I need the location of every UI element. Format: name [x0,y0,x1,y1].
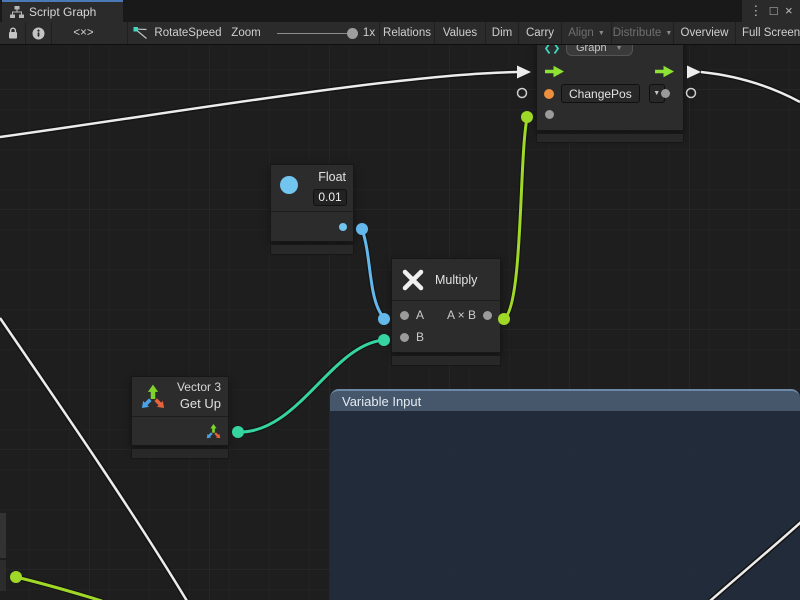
multiply-node-header: Multiply [392,259,500,301]
get-up-type-label: Vector 3 [177,380,221,394]
chevron-down-icon: ▼ [653,90,660,97]
zoom-slider-track[interactable] [277,33,357,34]
multiply-input-b-port[interactable] [400,333,409,342]
float-type-icon [280,176,298,194]
control-input-port[interactable] [545,65,565,78]
multiply-input-b-label: B [416,330,424,344]
dim-button[interactable]: Dim [485,22,518,44]
fallback-input-row [545,110,554,119]
fallback-input-port[interactable] [545,110,554,119]
multiply-input-a-label: A [416,308,424,322]
full-screen-button[interactable]: Full Screen [735,22,800,44]
vector3-output-port[interactable] [205,423,222,440]
overview-button[interactable]: Overview [673,22,735,44]
code-toggle-icon: <×> [73,27,93,39]
float-node-header: Float 0.01 [271,165,353,212]
multiply-node[interactable]: Multiply A A × B B [392,259,500,352]
get-up-node-title: Get Up [177,396,221,411]
distribute-button[interactable]: Distribute▼ [611,22,673,44]
zoom-slider-handle[interactable] [347,28,358,39]
float-node-footer [271,245,353,254]
multiply-output-port[interactable] [483,311,492,320]
float-node-title: Float [318,170,346,184]
multiply-input-a-port[interactable] [400,311,409,320]
graph-name-label: RotateSpeed [154,27,221,39]
variable-output-port[interactable] [661,89,670,98]
lock-button[interactable] [2,22,24,44]
set-variable-node-footer [537,134,683,142]
tab-bar: Script Graph ⋮ □ × [0,0,800,22]
float-value-field[interactable]: 0.01 [313,189,347,206]
zoom-label: Zoom [228,22,264,44]
chevron-down-icon: ▼ [616,45,623,52]
set-variable-node[interactable]: Graph ▼ ChangePos ▼ [537,38,683,130]
values-button[interactable]: Values [434,22,485,44]
variable-value-port[interactable] [544,89,554,99]
multiply-icon [400,267,426,293]
offscreen-node-body[interactable] [0,560,6,591]
multiply-node-footer [392,356,500,365]
zoom-value: 1x [360,22,378,44]
control-output-port[interactable] [655,65,675,78]
script-graph-window: Variable Input Float 0.01 Multiply A A [0,0,800,600]
group-header[interactable]: Variable Input [330,389,800,411]
code-view-toggle[interactable]: <×> [51,22,115,44]
multiply-output-row: A × B [447,308,492,322]
variable-row: ChangePos ▼ [544,84,665,103]
close-icon[interactable]: × [785,0,793,22]
menu-icon[interactable]: ⋮ [749,0,762,22]
multiply-node-title: Multiply [435,273,477,287]
variable-output-row [661,89,670,98]
tab-label: Script Graph [29,5,96,19]
align-button[interactable]: Align▼ [561,22,611,44]
script-graph-icon [10,6,24,18]
carry-button[interactable]: Carry [518,22,561,44]
inspect-button[interactable] [25,22,51,44]
window-controls: ⋮ □ × [742,0,800,22]
multiply-output-label: A × B [447,308,476,322]
offscreen-node-header[interactable] [0,513,6,558]
get-up-node-header: Vector 3 Get Up [132,377,228,417]
multiply-input-a-row: A [400,308,424,322]
group-body [330,411,800,600]
group-title: Variable Input [342,394,421,409]
get-up-node[interactable]: Vector 3 Get Up [132,377,228,445]
float-output-port[interactable] [339,223,347,231]
chevron-down-icon: ▼ [598,30,605,37]
get-up-output-row [132,418,228,445]
variable-name-field[interactable]: ChangePos [561,84,640,103]
control-flow-in-icon [545,65,565,78]
variable-input-group[interactable]: Variable Input [330,389,800,600]
graph-name-item[interactable]: RotateSpeed [127,22,227,44]
info-icon [32,27,45,40]
graph-asset-icon [133,26,148,40]
float-node[interactable]: Float 0.01 [271,165,353,241]
multiply-input-b-row: B [400,330,424,344]
lock-icon [8,27,18,40]
maximize-icon[interactable]: □ [770,0,778,22]
graph-toolbar: <×> RotateSpeed Zoom 1x Relations Values… [0,22,800,45]
tab-script-graph[interactable]: Script Graph [2,0,123,22]
relations-button[interactable]: Relations [379,22,434,44]
float-output-row [271,213,353,241]
control-flow-out-icon [655,65,675,78]
chevron-down-icon: ▼ [665,30,672,37]
get-up-node-footer [132,449,228,458]
vector3-icon [139,383,167,411]
